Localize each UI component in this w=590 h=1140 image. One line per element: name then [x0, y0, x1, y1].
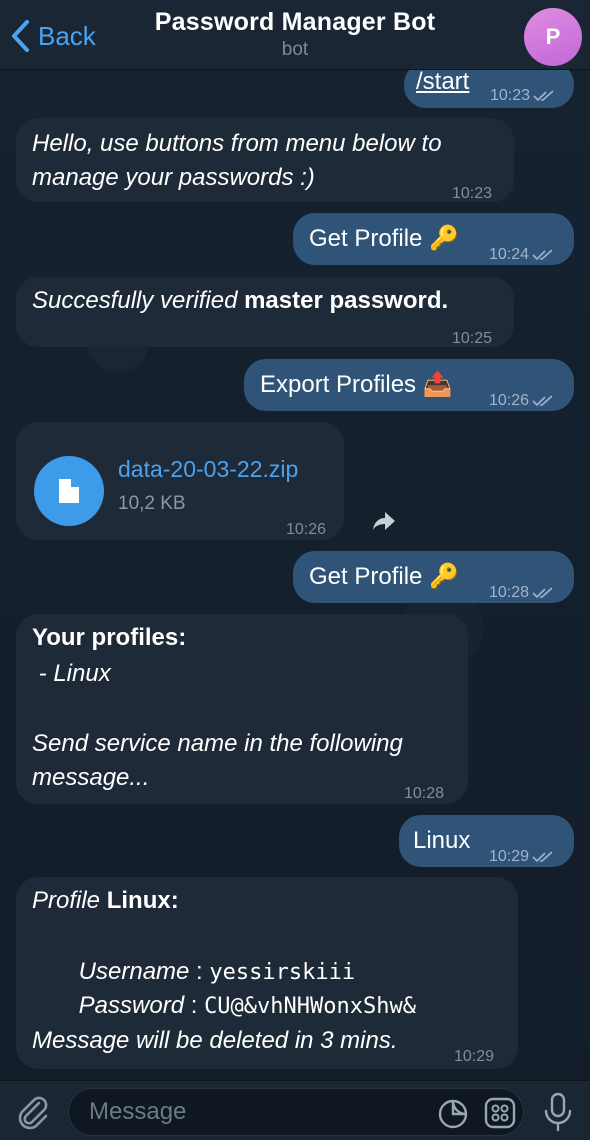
time-label: 10:29	[489, 848, 530, 865]
chat-header: Back Password Manager Bot bot P	[0, 0, 590, 70]
forward-icon	[373, 512, 395, 530]
message-text: Get Profile 🔑	[309, 225, 459, 252]
attach-button[interactable]	[12, 1091, 52, 1131]
commands-icon	[484, 1097, 516, 1129]
microphone-icon	[544, 1092, 572, 1132]
microphone-button[interactable]	[540, 1091, 576, 1133]
message-time: 10:28	[489, 575, 554, 610]
chat-subtitle: bot	[281, 39, 309, 60]
back-label: Back	[38, 20, 96, 51]
forward-button[interactable]	[366, 503, 402, 539]
message-item: - Linux	[32, 660, 111, 687]
file-icon[interactable]	[34, 456, 104, 526]
document-icon	[59, 479, 79, 503]
chat-title-area[interactable]: Password Manager Bot bot	[120, 8, 470, 61]
double-check-icon	[533, 89, 554, 101]
password-value[interactable]: CU@&vhNHWonxShw&	[204, 994, 416, 1019]
avatar-letter: P	[545, 24, 561, 49]
message-text: Get Profile 🔑	[309, 563, 459, 590]
message-line: Hello, use buttons from menu below to	[32, 130, 442, 157]
message-time: 10:29	[454, 1048, 495, 1065]
time-label: 10:24	[489, 246, 530, 263]
outgoing-message[interactable]: Get Profile 🔑 10:24	[293, 213, 574, 265]
outgoing-message[interactable]: Get Profile 🔑 10:28	[293, 551, 574, 603]
message-time: 10:29	[489, 839, 554, 874]
time-label: 10:28	[489, 584, 530, 601]
double-check-icon	[532, 394, 553, 406]
message-line: manage your passwords :)	[32, 164, 315, 191]
profile-label: Profile	[32, 887, 107, 914]
incoming-message[interactable]: Hello, use buttons from menu below to ma…	[16, 118, 514, 202]
double-check-icon	[532, 586, 553, 598]
avatar[interactable]: P	[524, 8, 582, 66]
time-label: 10:23	[490, 87, 531, 104]
message-time: 10:28	[404, 785, 445, 802]
message-time: 10:23	[452, 185, 493, 202]
message-heading: Your profiles:	[32, 624, 187, 651]
message-italic: Succesfully verified	[32, 287, 245, 314]
separator: :	[184, 992, 205, 1019]
message-time: 10:26	[286, 521, 327, 538]
message-text: Linux	[413, 827, 471, 854]
message-footer: Message will be deleted in 3 mins.	[32, 1027, 398, 1054]
password-label: Password	[78, 992, 185, 1019]
chat-title: Password Manager Bot	[154, 8, 436, 36]
back-chevron-icon	[12, 20, 29, 52]
message-line: message...	[32, 764, 150, 791]
message-time: 10:26	[489, 383, 554, 418]
outgoing-message[interactable]: Linux 10:29	[399, 815, 574, 867]
profile-name: Linux:	[106, 887, 179, 914]
back-button[interactable]: Back	[10, 16, 96, 56]
file-name[interactable]: data-20-03-22.zip	[118, 452, 298, 487]
commands-button[interactable]	[484, 1097, 516, 1129]
message-input[interactable]	[89, 1098, 419, 1126]
attach-icon	[18, 1096, 48, 1130]
outgoing-message[interactable]: Export Profiles 📤 10:26	[244, 359, 574, 411]
file-size: 10,2 KB	[118, 493, 186, 514]
incoming-message[interactable]: Succesfully verified master password. 10…	[16, 277, 514, 347]
message-line: Send service name in the following	[32, 730, 403, 757]
message-time: 10:25	[452, 330, 493, 347]
message-text: Export Profiles 📤	[260, 371, 453, 398]
profile-heading: Profile Linux:	[32, 883, 179, 918]
message-time: 10:23	[490, 78, 555, 113]
incoming-message[interactable]: Profile Linux: Username : yessirskiii Pa…	[16, 877, 518, 1069]
double-check-icon	[532, 248, 553, 260]
message-text: Succesfully verified master password.	[32, 283, 448, 318]
input-bar	[0, 1080, 590, 1140]
message-time: 10:24	[489, 237, 554, 272]
time-label: 10:26	[489, 392, 530, 409]
sticker-icon	[438, 1099, 468, 1129]
sticker-button[interactable]	[436, 1097, 470, 1131]
file-message[interactable]: data-20-03-22.zip 10,2 KB 10:26	[16, 422, 344, 540]
incoming-message[interactable]: Your profiles: - Linux Send service name…	[16, 614, 468, 804]
message-bold: master password.	[244, 287, 449, 314]
double-check-icon	[532, 850, 553, 862]
